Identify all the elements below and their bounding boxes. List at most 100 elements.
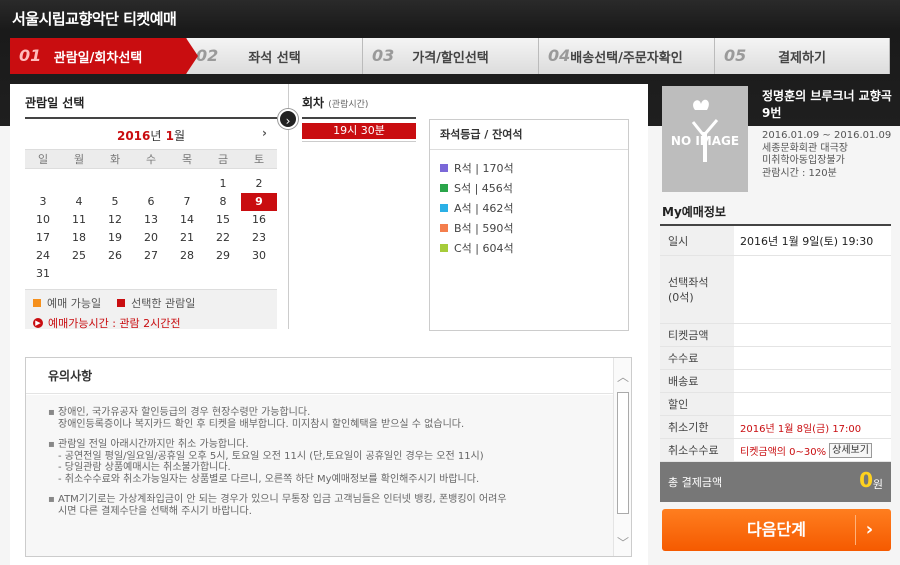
grade-swatch [440, 224, 448, 232]
grade-swatch [440, 164, 448, 172]
calendar-empty-cell [25, 175, 61, 193]
row-date: 일시 2016년 1월 9일(토) 19:30 [660, 226, 891, 256]
weekday-label: 수 [145, 153, 157, 166]
step-2: 02 좌석 선택 [187, 38, 363, 74]
seat-grade-list: R석 | 170석 S석 | 456석 A석 | 462석 B석 | 590석 C석 |… [430, 150, 628, 266]
notice-item: 관람일 전일 아래시간까지만 취소 가능합니다.- 공연전일 평일/일요일/공휴… [48, 439, 603, 485]
notice-title: 유의사항 [26, 358, 631, 394]
weekday-label: 월 [73, 153, 85, 166]
step-4-number: 04 [548, 46, 571, 65]
show-venue: 세종문화회관 대극장 [762, 142, 848, 154]
grade-swatch [440, 184, 448, 192]
calendar-day[interactable]: 9 [241, 193, 277, 211]
calendar-day: 13 [144, 213, 158, 226]
notice-line: - 당일관람 상품예매시는 취소불가합니다. [58, 462, 231, 473]
seat-grade-panel: 좌석등급 / 잔여석 R석 | 170석 S석 | 456석 A석 | 462석 B석… [429, 119, 629, 331]
calendar-day: 5 [111, 195, 119, 208]
legend-note: ▶ 예매가능시간 : 관람 2시간전 [33, 315, 269, 331]
detail-button[interactable]: 상세보기 [829, 442, 872, 458]
calendar-day: 16 [252, 213, 266, 226]
calendar-day: 7 [183, 195, 191, 208]
show-runtime: 관람시간 : 120분 [762, 167, 837, 179]
calendar-empty-cell [133, 175, 169, 193]
seat-grade-label: R석 | 170석 [454, 162, 514, 175]
chevron-right-circle-icon: › [278, 109, 298, 129]
step-5: 05 결제하기 [715, 38, 890, 74]
seat-grade-item: B석 | 590석 [440, 218, 618, 238]
chevron-down-icon[interactable]: ﹀ [614, 534, 632, 552]
row-fee: 수수료 [660, 347, 891, 370]
calendar-day: 21 [180, 231, 194, 244]
seat-count: (0석) [668, 290, 694, 304]
next-month-icon[interactable]: › [262, 126, 267, 140]
step-2-label: 좌석 선택 [248, 50, 301, 66]
row-label: 취소기한 [660, 416, 734, 438]
calendar-empty-cell [169, 175, 205, 193]
notice-scrollbar[interactable]: ︿ ﹀ [613, 358, 631, 556]
weekday-label: 일 [37, 153, 49, 166]
show-age: 미취학아동입장불가 [762, 155, 845, 166]
notice-line: 장애인, 국가유공자 할인등급의 경우 현장수령만 가능합니다. [58, 407, 311, 418]
weekday-label: 목 [181, 153, 193, 166]
grade-swatch [440, 204, 448, 212]
calendar-day: 22 [216, 231, 230, 244]
calendar-day: 29 [216, 249, 230, 262]
calendar-empty-cell [97, 175, 133, 193]
row-value: 2016년 1월 9일(토) 19:30 [740, 234, 874, 248]
calendar-day: 8 [219, 195, 227, 208]
step-3-label: 가격/할인선택 [412, 50, 489, 66]
calendar-day: 31 [36, 267, 50, 280]
show-info: 2016.01.09 ~ 2016.01.09 세종문화회관 대극장 미취학아동… [762, 130, 898, 180]
step-5-number: 05 [724, 46, 747, 65]
calendar-day: 1 [219, 177, 227, 190]
step-5-label: 결제하기 [778, 50, 826, 66]
calendar-month-unit: 월 [173, 129, 186, 143]
total-amount: 0 [859, 468, 873, 492]
row-label: 티켓금액 [660, 324, 734, 346]
my-booking-title: My예매정보 [662, 205, 726, 219]
notice-item: ATM기기로는 가상계좌입금이 안 되는 경우가 있으니 무통장 입금 고객님들… [48, 494, 603, 517]
seat-label: 선택좌석 [668, 275, 709, 289]
seat-grade-label: A석 | 462석 [454, 202, 514, 215]
step-1-label: 관람일/회차선택 [53, 50, 143, 66]
row-value [734, 393, 891, 415]
chevron-up-icon[interactable]: ︿ [614, 368, 632, 386]
step-4-label: 배송선택/주문자확인 [570, 50, 683, 66]
notice-body: 장애인, 국가유공자 할인등급의 경우 현장수령만 가능합니다.장애인등록증이나… [26, 395, 613, 556]
step-4: 04 배송선택/주문자확인 [539, 38, 715, 74]
info-arrow-icon: ▶ [33, 318, 43, 328]
calendar-day: 28 [180, 249, 194, 262]
seat-grade-item: S석 | 456석 [440, 178, 618, 198]
next-step-button[interactable]: 다음단계 › [662, 509, 891, 551]
calendar-day: 23 [252, 231, 266, 244]
calendar-day: 14 [180, 213, 194, 226]
calendar-day: 12 [108, 213, 122, 226]
weekday-label: 금 [217, 153, 229, 166]
show-poster: NO IMAGE [662, 86, 748, 192]
scrollbar-thumb[interactable] [617, 392, 629, 514]
calendar-day: 20 [144, 231, 158, 244]
legend-note-text: 예매가능시간 : 관람 2시간전 [48, 317, 181, 330]
divider [302, 141, 416, 142]
calendar-day: 25 [72, 249, 86, 262]
weekday-row: 일월화수목금토 [25, 149, 277, 169]
calendar-day: 10 [36, 213, 50, 226]
row-label: 할인 [660, 393, 734, 415]
row-seat: 선택좌석 (0석) [660, 256, 891, 324]
notice-line: 관람일 전일 아래시간까지만 취소 가능합니다. [58, 439, 249, 450]
calendar-day: 17 [36, 231, 50, 244]
session-time-option[interactable]: 19시 30분 [302, 123, 416, 139]
calendar-day: 27 [144, 249, 158, 262]
calendar-empty-cell [61, 175, 97, 193]
calendar-day: 24 [36, 249, 50, 262]
summary-sidebar: NO IMAGE 정명훈의 브루크너 교향곡 9번 2016.01.09 ~ 2… [652, 84, 900, 565]
notice-line: 장애인등록증이나 복지카드 확인 후 티켓을 배부합니다. 미지참시 할인혜택을… [58, 418, 465, 430]
calendar-day: 2 [255, 177, 263, 190]
legend-selected-label: 선택한 관람일 [131, 297, 196, 310]
session-title-text: 회차 [302, 96, 325, 110]
total-payment: 총 결제금액 0 원 [660, 462, 891, 502]
available-swatch [33, 299, 41, 307]
seat-grade-label: S석 | 456석 [454, 182, 513, 195]
row-label: 선택좌석 (0석) [660, 256, 734, 323]
seat-grade-label: B석 | 590석 [454, 222, 514, 235]
